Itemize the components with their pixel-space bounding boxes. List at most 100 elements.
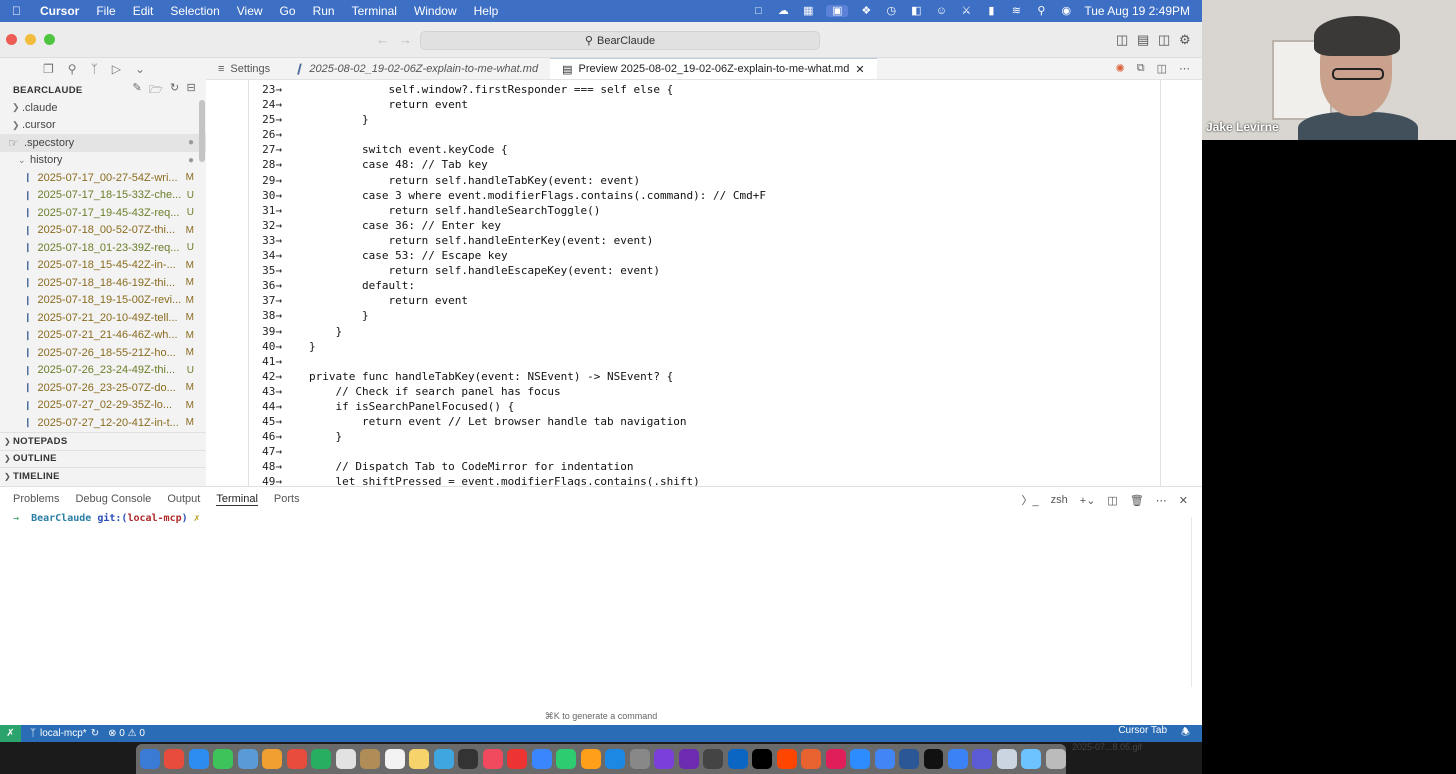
dock-app-icon[interactable] — [531, 749, 552, 769]
history-file[interactable]: ❙ 2025-07-17_19-45-43Z-req... U — [0, 204, 206, 222]
dock-app-icon[interactable] — [801, 749, 822, 769]
menu-view[interactable]: View — [237, 4, 263, 18]
apple-icon[interactable]:  — [12, 4, 30, 18]
tab-settings[interactable]: ≡ Settings — [206, 58, 282, 79]
branch-status[interactable]: ᛉ local-mcp* ↻ — [30, 728, 99, 739]
wifi-icon[interactable]: ≋ — [1009, 5, 1023, 17]
menu-window[interactable]: Window — [414, 4, 457, 18]
section-notepads[interactable]: ❯ NOTEPADS — [0, 432, 206, 450]
cursor-tab-status[interactable]: Cursor Tab — [1118, 725, 1167, 742]
history-file[interactable]: ❙ 2025-07-18_15-45-42Z-in-... M — [0, 257, 206, 275]
cloud-icon[interactable]: ☁ — [776, 5, 790, 17]
menu-edit[interactable]: Edit — [133, 4, 154, 18]
toggle-sidebar-icon[interactable]: ◫ — [1116, 32, 1129, 47]
history-file[interactable]: ❙ 2025-07-26_18-55-21Z-ho... M — [0, 344, 206, 362]
dock-app-icon[interactable] — [580, 749, 601, 769]
terminal-prompt[interactable]: → BearClaude git:(local-mcp) ✗ — [13, 513, 200, 524]
problems-status[interactable]: ⊗ 0 ⚠ 0 — [108, 728, 145, 739]
menu-run[interactable]: Run — [313, 4, 335, 18]
history-file[interactable]: ❙ 2025-07-18_01-23-39Z-req... U — [0, 239, 206, 257]
history-file[interactable]: ❙ 2025-07-26_23-24-49Z-thi... U — [0, 362, 206, 380]
screen-share-icon[interactable]: □ — [751, 5, 765, 17]
explorer-icon[interactable]: ❐ — [43, 62, 54, 76]
search-view-icon[interactable]: ⚲ — [68, 62, 77, 76]
mute-icon[interactable]: ⚔ — [959, 5, 973, 17]
tab-terminal[interactable]: Terminal — [216, 493, 258, 506]
tab-ports[interactable]: Ports — [274, 493, 300, 505]
dock-app-icon[interactable] — [507, 749, 528, 769]
dock-app-icon[interactable] — [850, 749, 871, 769]
split-terminal-icon[interactable]: ◫ — [1107, 494, 1117, 507]
layout-icon[interactable]: ◧ — [909, 5, 923, 17]
dock-app-icon[interactable] — [458, 749, 479, 769]
history-file[interactable]: ❙ 2025-07-27_02-29-35Z-lo... M — [0, 397, 206, 415]
refresh-icon[interactable]: ↻ — [170, 81, 180, 100]
open-source-icon[interactable]: ⧉ — [1137, 62, 1145, 75]
source-control-icon[interactable]: ᛉ — [91, 62, 98, 76]
close-window-button[interactable] — [6, 34, 17, 45]
dock-app-icon[interactable] — [947, 749, 968, 769]
dock-app-icon[interactable] — [605, 749, 626, 769]
dock-app-icon[interactable] — [237, 749, 258, 769]
section-outline[interactable]: ❯ OUTLINE — [0, 449, 206, 468]
folder-history[interactable]: ⌄ history ● — [0, 152, 206, 170]
display-icon[interactable]: ▣ — [826, 5, 849, 17]
chevron-down-icon[interactable]: ⌄ — [135, 62, 145, 76]
collapse-all-icon[interactable]: ⊟ — [186, 81, 196, 100]
menu-selection[interactable]: Selection — [170, 4, 219, 18]
dock-app-icon[interactable] — [556, 749, 577, 769]
menu-file[interactable]: File — [96, 4, 115, 18]
history-file[interactable]: ❙ 2025-07-21_20-10-49Z-tell... M — [0, 309, 206, 327]
tab-markdown[interactable]: ❙ 2025-08-02_19-02-06Z-explain-to-me-wha… — [282, 58, 550, 79]
nav-arrows[interactable]: ←→ — [376, 32, 422, 47]
history-file[interactable]: ❙ 2025-07-26_23-25-07Z-do... M — [0, 379, 206, 397]
dock-app-icon[interactable] — [899, 749, 919, 769]
dock-app-icon[interactable] — [727, 749, 748, 769]
run-debug-icon[interactable]: ▷ — [112, 62, 121, 76]
dock-app-icon[interactable] — [188, 749, 209, 769]
dock-app-icon[interactable] — [409, 749, 430, 769]
history-file[interactable]: ❙ 2025-07-18_18-46-19Z-thi... M — [0, 274, 206, 292]
close-panel-icon[interactable]: ✕ — [1179, 494, 1188, 507]
folder-claude[interactable]: ❯ .claude — [0, 99, 206, 117]
dropbox-icon[interactable]: ❖ — [859, 5, 873, 17]
dock-app-icon[interactable] — [335, 749, 356, 769]
minimize-window-button[interactable] — [25, 34, 36, 45]
new-file-icon[interactable]: ✎ — [132, 81, 142, 100]
clock[interactable]: Tue Aug 19 2:49PM — [1084, 4, 1190, 18]
more-actions-icon[interactable]: ⋯ — [1156, 494, 1167, 507]
history-file[interactable]: ❙ 2025-07-21_21-46-46Z-wh... M — [0, 327, 206, 345]
dock-app-icon[interactable] — [384, 749, 405, 769]
history-file[interactable]: ❙ 2025-07-17_18-15-33Z-che... U — [0, 187, 206, 205]
dock-app-icon[interactable] — [360, 749, 381, 769]
menu-help[interactable]: Help — [474, 4, 499, 18]
history-file[interactable]: ❙ 2025-07-17_00-27-54Z-wri... M — [0, 169, 206, 187]
grid-icon[interactable]: ▦ — [801, 5, 815, 17]
bell-icon[interactable]: 🕭 — [1181, 725, 1190, 742]
tab-debug-console[interactable]: Debug Console — [75, 493, 151, 505]
dock-app-icon[interactable] — [262, 749, 283, 769]
more-actions-icon[interactable]: ⋯ — [1179, 62, 1190, 75]
gear-icon[interactable]: ⚙ — [1179, 32, 1192, 47]
tab-problems[interactable]: Problems — [13, 493, 59, 505]
dock-app-icon[interactable] — [678, 749, 699, 769]
dock-app-icon[interactable] — [654, 749, 675, 769]
dock-app-icon[interactable] — [703, 749, 724, 769]
history-file[interactable]: ❙ 2025-07-27_12-20-41Z-in-t... M — [0, 414, 206, 432]
dock-app-icon[interactable] — [433, 749, 454, 769]
dock-app-icon[interactable] — [482, 749, 503, 769]
new-terminal-icon[interactable]: +⌄ — [1080, 494, 1096, 507]
dock-app-icon[interactable] — [1021, 749, 1042, 769]
clock-history-icon[interactable]: ◷ — [884, 5, 898, 17]
terminal-scrollbar[interactable] — [1191, 517, 1192, 687]
user-icon[interactable]: ☺ — [934, 5, 948, 17]
dock-app-icon[interactable] — [213, 749, 234, 769]
battery-icon[interactable]: ▮ — [984, 5, 998, 17]
menu-app[interactable]: Cursor — [40, 4, 79, 18]
history-file[interactable]: ❙ 2025-07-18_00-52-07Z-thi... M — [0, 222, 206, 240]
markdown-preview[interactable]: 23→ self.window?.firstResponder === self… — [206, 80, 1202, 486]
shell-name[interactable]: zsh — [1051, 494, 1068, 506]
history-file[interactable]: ❙ 2025-07-18_19-15-00Z-revi... M — [0, 292, 206, 310]
dock-app-icon[interactable] — [776, 749, 797, 769]
cursor-ai-icon[interactable]: ✺ — [1116, 62, 1125, 75]
